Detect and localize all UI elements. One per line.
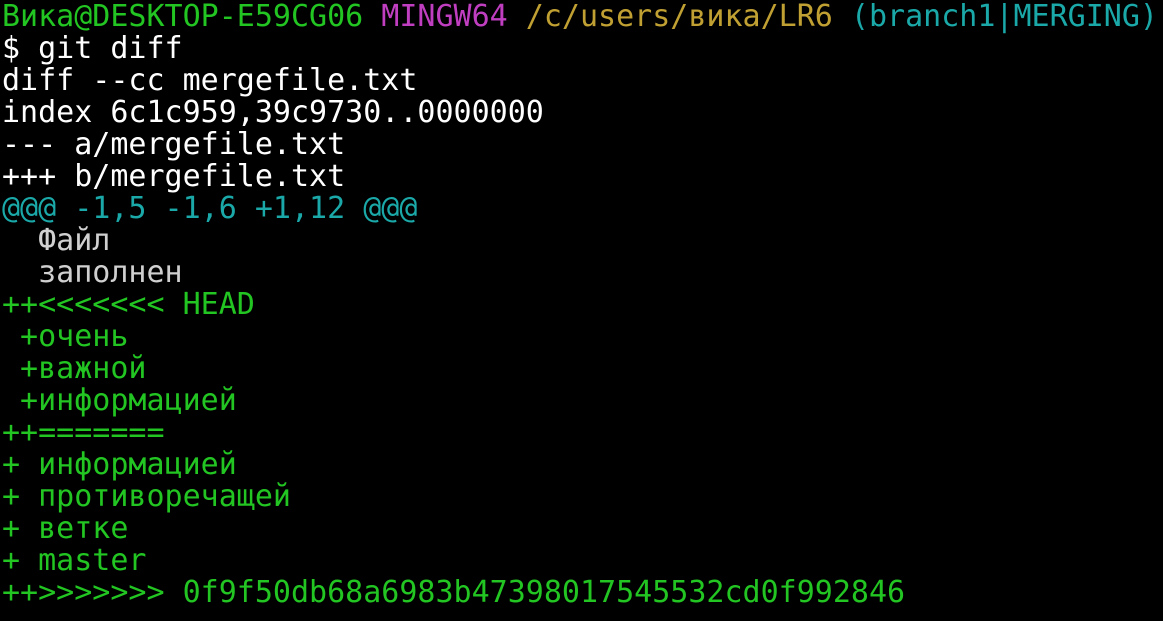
added-line: ++>>>>>>> 0f9f50db68a6983b47398017545532… <box>0 577 1163 609</box>
added-line: + master <box>0 545 1163 577</box>
diff-context: Файл <box>2 223 111 258</box>
added-line: +информацией <box>0 385 1163 417</box>
terminal-window[interactable]: Вика@DESKTOP-E59CG06 MINGW64 /c/users/ви… <box>0 0 1163 621</box>
diff-added: + master <box>2 543 147 578</box>
prompt-line: Вика@DESKTOP-E59CG06 MINGW64 /c/users/ви… <box>0 1 1163 33</box>
old-file-line: --- a/mergefile.txt <box>0 129 1163 161</box>
prompt-branch: (branch1|MERGING) <box>850 0 1158 34</box>
diff-added: + противоречащей <box>2 479 291 514</box>
added-line: ++<<<<<<< HEAD <box>0 289 1163 321</box>
new-file-line: +++ b/mergefile.txt <box>0 161 1163 193</box>
added-line: + ветке <box>0 513 1163 545</box>
diff-added: +информацией <box>2 383 237 418</box>
diff-new-file: +++ b/mergefile.txt <box>2 159 346 194</box>
added-line: ++======= <box>0 417 1163 449</box>
diff-context: заполнен <box>2 255 183 290</box>
index-line: index 6c1c959,39c9730..0000000 <box>0 97 1163 129</box>
diff-old-file: --- a/mergefile.txt <box>2 127 346 162</box>
conflict-marker-start: ++<<<<<<< HEAD <box>2 287 255 322</box>
context-line: заполнен <box>0 257 1163 289</box>
diff-header-line: diff --cc mergefile.txt <box>0 65 1163 97</box>
added-line: + противоречащей <box>0 481 1163 513</box>
diff-index: index 6c1c959,39c9730..0000000 <box>2 95 544 130</box>
command-text: $ git diff <box>2 31 183 66</box>
prompt-path: /c/users/вика/LR6 <box>525 0 833 34</box>
command-line: $ git diff <box>0 33 1163 65</box>
diff-added: + ветке <box>2 511 129 546</box>
context-line: Файл <box>0 225 1163 257</box>
diff-hunk-header: @@@ -1,5 -1,6 +1,12 @@@ <box>2 191 418 226</box>
prompt-shell: MINGW64 <box>381 0 508 34</box>
added-line: +очень <box>0 321 1163 353</box>
diff-header: diff --cc mergefile.txt <box>2 63 418 98</box>
diff-added: +важной <box>2 351 147 386</box>
hunk-header-line: @@@ -1,5 -1,6 +1,12 @@@ <box>0 193 1163 225</box>
conflict-marker-end: ++>>>>>>> 0f9f50db68a6983b47398017545532… <box>2 575 906 610</box>
diff-added: +очень <box>2 319 129 354</box>
added-line: +важной <box>0 353 1163 385</box>
diff-added: + информацией <box>2 447 237 482</box>
conflict-marker-separator: ++======= <box>2 415 165 450</box>
added-line: + информацией <box>0 449 1163 481</box>
prompt-user-host: Вика@DESKTOP-E59CG06 <box>2 0 364 34</box>
